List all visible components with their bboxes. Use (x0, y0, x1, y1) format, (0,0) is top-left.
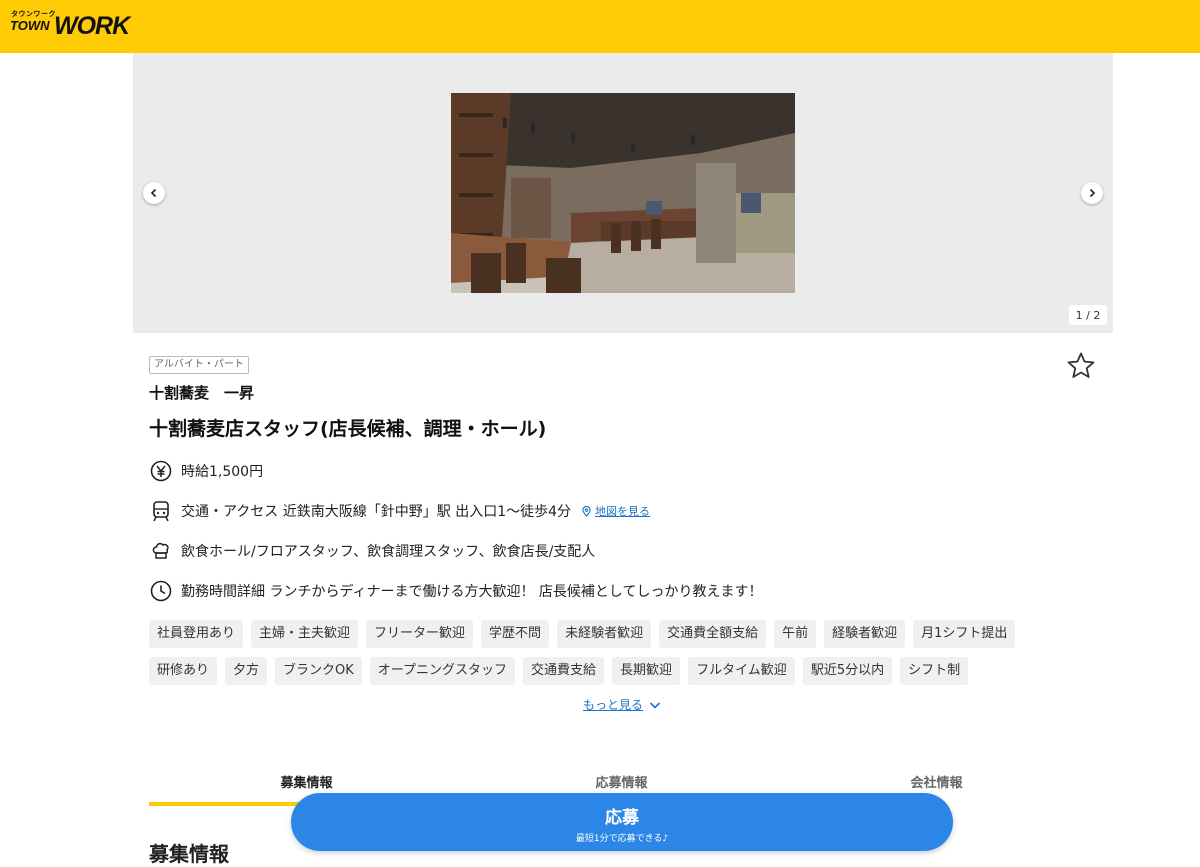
section-heading: 募集情報 (149, 842, 229, 866)
map-pin-icon (582, 505, 591, 517)
feature-chip: 夕方 (225, 657, 268, 685)
feature-chips-row-1: 社員登用あり 主婦・主夫歓迎 フリーター歓迎 学歴不問 未経験者歓迎 交通費全額… (149, 620, 1089, 648)
gallery-counter: 1 / 2 (1069, 305, 1107, 325)
show-more-label: もっと見る (583, 698, 644, 712)
hours-row: 勤務時間詳細 ランチからディナーまで働ける方大歓迎！ 店長候補としてしっかり教え… (149, 579, 763, 603)
train-icon (149, 499, 173, 523)
gallery-prev-button[interactable] (143, 182, 165, 204)
feature-chip: シフト制 (900, 657, 969, 685)
clock-icon (149, 579, 173, 603)
feature-chip: 社員登用あり (149, 620, 244, 648)
feature-chip: 交通費全額支給 (659, 620, 767, 648)
feature-chip: 主婦・主夫歓迎 (251, 620, 359, 648)
star-icon (1067, 352, 1095, 378)
logo-town: TOWN (10, 18, 50, 33)
show-more-link[interactable]: もっと見る (583, 696, 661, 713)
logo-work: WORK (54, 12, 130, 40)
restaurant-interior-photo (451, 93, 795, 293)
access-text: 交通・アクセス 近鉄南大阪線「針中野」駅 出入口1～徒歩4分 (181, 504, 572, 520)
feature-chip: 研修あり (149, 657, 218, 685)
feature-chip: 経験者歓迎 (824, 620, 906, 648)
map-link-label: 地図を見る (595, 505, 651, 518)
feature-chip: オープニングスタッフ (369, 657, 516, 685)
company-name: 十割蕎麦 一昇 (149, 384, 255, 402)
yen-icon (149, 459, 173, 483)
chevron-left-icon (150, 188, 157, 198)
apply-sublabel: 最短1分で応募できる♪ (575, 834, 669, 844)
feature-chip: 未経験者歓迎 (557, 620, 652, 648)
feature-chip: 午前 (774, 620, 817, 648)
gallery-next-button[interactable] (1081, 182, 1103, 204)
feature-chip: フルタイム歓迎 (688, 657, 795, 685)
townwork-logo[interactable]: タウンワーク TOWN WORK (10, 8, 136, 44)
chef-hat-icon (149, 539, 173, 563)
feature-chip: 月1シフト提出 (913, 620, 1016, 648)
wage-text: 時給1,500円 (181, 464, 264, 480)
map-link[interactable]: 地図を見る (581, 503, 650, 519)
feature-chip: 駅近5分以内 (802, 657, 893, 685)
site-header: タウンワーク TOWN WORK (0, 0, 1200, 53)
photo-gallery: 1 / 2 (133, 53, 1113, 333)
feature-chip: 交通費支給 (523, 657, 605, 685)
wage-row: 時給1,500円 (149, 459, 263, 483)
feature-chip: フリーター歓迎 (366, 620, 474, 648)
access-row: 交通・アクセス 近鉄南大阪線「針中野」駅 出入口1～徒歩4分 地図を見る (149, 499, 650, 523)
job-title: 十割蕎麦店スタッフ(店長候補、調理・ホール) (149, 418, 547, 440)
favorite-star-button[interactable] (1066, 351, 1096, 381)
feature-chip: ブランクOK (275, 657, 362, 685)
hours-text: 勤務時間詳細 ランチからディナーまで働ける方大歓迎！ 店長候補としてしっかり教え… (181, 584, 763, 600)
feature-chips-row-2: 研修あり 夕方 ブランクOK オープニングスタッフ 交通費支給 長期歓迎 フルタ… (149, 657, 1089, 685)
apply-label: 応募 (605, 808, 639, 828)
apply-button[interactable]: 応募 最短1分で応募できる♪ (291, 793, 953, 851)
feature-chip: 学歴不問 (481, 620, 550, 648)
occupation-row: 飲食ホール/フロアスタッフ、飲食調理スタッフ、飲食店長/支配人 (149, 539, 595, 563)
occupation-text: 飲食ホール/フロアスタッフ、飲食調理スタッフ、飲食店長/支配人 (181, 544, 596, 560)
employment-type-badge: アルバイト・パート (149, 356, 249, 374)
chevron-down-icon (649, 701, 661, 709)
feature-chip: 長期歓迎 (612, 657, 681, 685)
chevron-right-icon (1089, 188, 1096, 198)
